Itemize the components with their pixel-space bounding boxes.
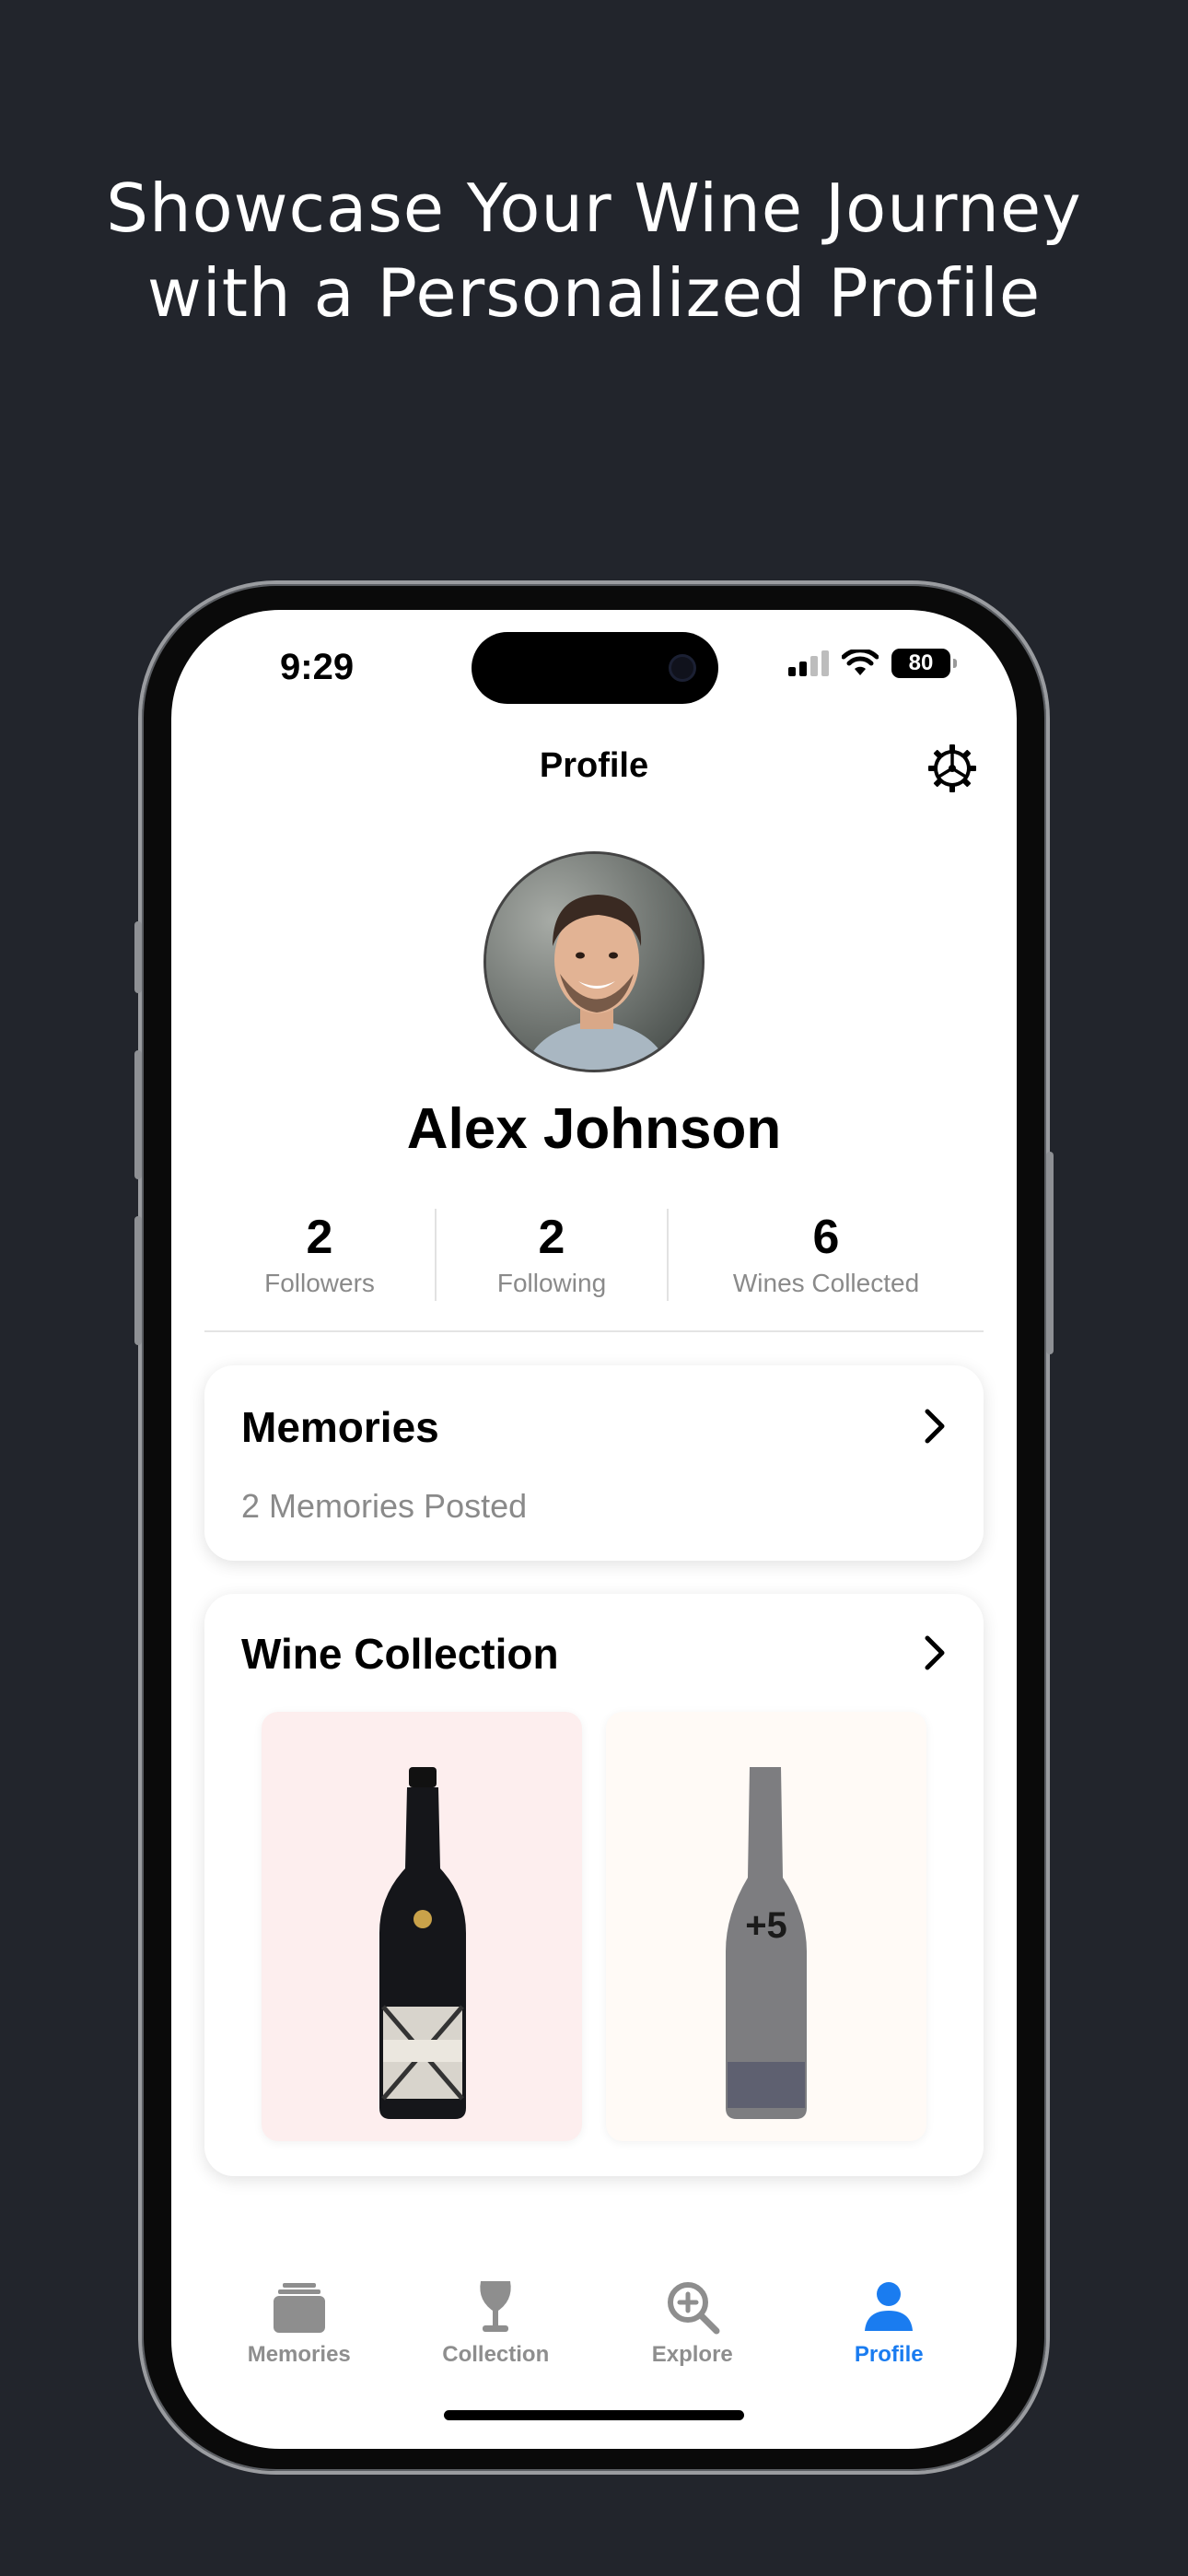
status-icons: 80 (788, 649, 957, 678)
tab-memories[interactable]: Memories (207, 2277, 391, 2388)
wine-glass-icon (480, 2281, 511, 2332)
phone-volume-down-button (134, 1216, 142, 1345)
home-indicator[interactable] (444, 2410, 744, 2420)
more-wines-count: +5 (745, 1905, 787, 1946)
avatar[interactable] (483, 851, 705, 1072)
wifi-icon (842, 650, 879, 675)
cellular-signal-icon (788, 650, 829, 676)
stat-value: 2 (538, 1211, 565, 1264)
phone-volume-up-button (134, 1050, 142, 1179)
headline-line-1: Showcase Your Wine Journey (106, 170, 1082, 247)
gear-icon[interactable] (925, 741, 980, 796)
stat-following[interactable]: 2 Following (437, 1209, 667, 1301)
stat-label: Followers (264, 1269, 375, 1297)
front-camera (669, 654, 696, 682)
chevron-right-icon (925, 1409, 945, 1444)
tab-profile[interactable]: Profile (797, 2277, 981, 2388)
divider (204, 1330, 984, 1332)
phone-screen: 9:29 80 Profile Alex Johnson 2 Followers… (171, 610, 1017, 2449)
explore-magnifier-icon (667, 2282, 720, 2335)
avatar-portrait (486, 854, 702, 1070)
profile-name: Alex Johnson (406, 1097, 782, 1161)
stat-value: 6 (812, 1211, 840, 1264)
stat-followers[interactable]: 2 Followers (204, 1209, 435, 1301)
stat-label: Following (496, 1269, 607, 1297)
memories-count: 2 Memories Posted (241, 1487, 528, 1525)
tab-label: Memories (247, 2342, 351, 2367)
memories-title: Memories (241, 1403, 439, 1451)
wine-tile-more[interactable]: +5 (606, 1712, 926, 2141)
memories-card[interactable]: Memories 2 Memories Posted (204, 1365, 984, 1561)
person-icon (865, 2282, 914, 2331)
wine-collection-title: Wine Collection (241, 1630, 559, 1678)
battery-icon: 80 (891, 649, 957, 678)
memories-stack-icon (273, 2283, 325, 2333)
tab-bar: Memories Collection Explore Profile (171, 2277, 1017, 2388)
wine-collection-card[interactable]: Wine Collection +5 (204, 1594, 984, 2176)
tab-label: Profile (854, 2342, 924, 2367)
wine-bottle-image (379, 1767, 466, 2119)
profile-stats: 2 Followers 2 Following 6 Wines Collecte… (204, 1209, 984, 1301)
phone-action-button (134, 921, 142, 993)
chevron-right-icon (925, 1635, 945, 1670)
wine-tile[interactable] (262, 1712, 582, 2141)
stat-wines-collected[interactable]: 6 Wines Collected (669, 1209, 984, 1301)
dynamic-island (472, 632, 718, 704)
stat-label: Wines Collected (732, 1269, 920, 1297)
tab-explore[interactable]: Explore (600, 2277, 785, 2388)
marketing-headline: Showcase Your Wine Journey with a Person… (0, 166, 1188, 335)
headline-line-2: with a Personalized Profile (146, 254, 1042, 332)
status-time: 9:29 (280, 647, 355, 687)
tab-collection[interactable]: Collection (403, 2277, 588, 2388)
page-title: Profile (539, 746, 649, 785)
stat-value: 2 (306, 1211, 333, 1264)
tab-label: Explore (651, 2342, 733, 2367)
phone-power-button (1046, 1152, 1054, 1354)
tab-label: Collection (442, 2342, 550, 2367)
